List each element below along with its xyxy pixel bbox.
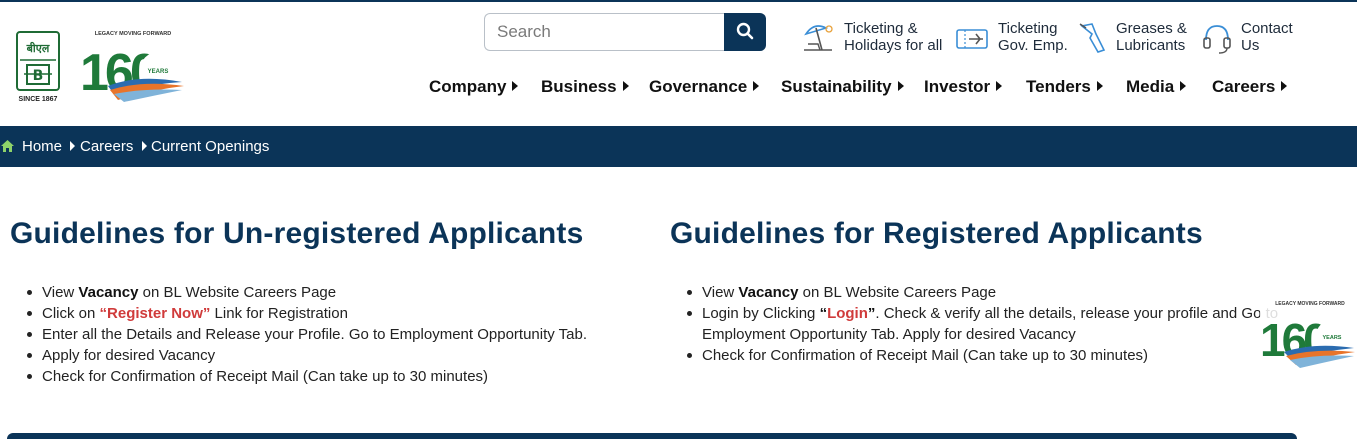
headset-icon xyxy=(1201,20,1233,56)
quick-link-label: Us xyxy=(1241,37,1260,54)
caret-right-icon xyxy=(1180,81,1187,91)
company-logo[interactable]: बीएल B SINCE 1867 xyxy=(14,30,64,104)
caret-right-icon xyxy=(512,81,519,91)
quick-link-label: Ticketing xyxy=(998,20,1058,37)
caret-right-icon xyxy=(622,81,629,91)
airplane-ticket-icon xyxy=(954,20,990,56)
nav-sustainability[interactable]: Sustainability xyxy=(781,77,904,97)
nav-governance[interactable]: Governance xyxy=(649,77,760,97)
list-item: Check for Confirmation of Receipt Mail (… xyxy=(670,345,1280,366)
list-item: Enter all the Details and Release your P… xyxy=(10,324,650,345)
beach-umbrella-icon xyxy=(800,20,836,56)
login-link[interactable]: Login xyxy=(827,305,868,322)
caret-right-icon xyxy=(1096,81,1103,91)
quick-link-ticketing-holidays[interactable]: Ticketing & Holidays for all xyxy=(800,20,942,56)
breadcrumb: Home Careers Current Openings xyxy=(0,126,1357,167)
quick-link-label: Holidays for all xyxy=(844,37,943,54)
search-icon xyxy=(736,22,754,43)
breadcrumb-careers[interactable]: Careers xyxy=(80,138,133,155)
unregistered-list: View Vacancy on BL Website Careers Page … xyxy=(10,282,650,387)
quick-link-label: Lubricants xyxy=(1116,37,1186,54)
caret-right-icon xyxy=(753,81,760,91)
quick-link-ticketing-gov[interactable]: Ticketing Gov. Emp. xyxy=(954,20,1068,56)
caret-right-icon xyxy=(70,141,75,151)
caret-right-icon xyxy=(142,141,147,151)
anniversary-years: YEARS xyxy=(148,69,169,75)
nav-business[interactable]: Business xyxy=(541,77,629,97)
registered-heading: Guidelines for Registered Applicants xyxy=(670,217,1203,250)
list-item: Check for Confirmation of Receipt Mail (… xyxy=(10,366,650,387)
list-item: View Vacancy on BL Website Careers Page xyxy=(670,282,1280,303)
nav-company[interactable]: Company xyxy=(429,77,519,97)
logo-hindi-text: बीएल xyxy=(26,41,50,55)
search-input[interactable] xyxy=(484,13,724,51)
unregistered-heading: Guidelines for Un-registered Applicants xyxy=(10,217,584,250)
search-bar xyxy=(484,13,766,51)
breadcrumb-home[interactable]: Home xyxy=(22,138,62,155)
grease-gun-icon xyxy=(1078,20,1108,56)
anniversary-tagline: LEGACY MOVING FORWARD xyxy=(95,31,172,37)
floating-anniversary-logo[interactable]: LEGACY MOVING FORWARD 160 YEARS xyxy=(1258,296,1357,372)
anniversary-logo: LEGACY MOVING FORWARD 160 YEARS xyxy=(78,28,188,104)
svg-text:YEARS: YEARS xyxy=(1323,335,1342,341)
caret-right-icon xyxy=(1281,81,1288,91)
list-item: Click on “Register Now” Link for Registr… xyxy=(10,303,650,324)
svg-text:B: B xyxy=(33,68,44,84)
home-icon xyxy=(0,138,15,158)
list-item: View Vacancy on BL Website Careers Page xyxy=(10,282,650,303)
top-border xyxy=(0,0,1357,2)
svg-text:LEGACY MOVING FORWARD: LEGACY MOVING FORWARD xyxy=(1275,301,1345,307)
quick-link-label: Greases & xyxy=(1116,20,1187,37)
quick-link-label: Gov. Emp. xyxy=(998,37,1068,54)
search-button[interactable] xyxy=(724,13,766,51)
quick-link-greases[interactable]: Greases & Lubricants xyxy=(1078,20,1187,56)
nav-careers[interactable]: Careers xyxy=(1212,77,1288,97)
logo-since-text: SINCE 1867 xyxy=(19,96,58,103)
register-now-link[interactable]: “Register Now” xyxy=(100,305,211,322)
list-item: Login by Clicking “Login”. Check & verif… xyxy=(670,303,1280,345)
caret-right-icon xyxy=(996,81,1003,91)
list-item: Apply for desired Vacancy xyxy=(10,345,650,366)
quick-link-label: Ticketing & xyxy=(844,20,918,37)
footer-edge xyxy=(7,433,1297,439)
nav-media[interactable]: Media xyxy=(1126,77,1187,97)
breadcrumb-current: Current Openings xyxy=(151,138,270,155)
caret-right-icon xyxy=(897,81,904,91)
quick-link-label: Contact xyxy=(1241,20,1293,37)
quick-link-contact[interactable]: Contact Us xyxy=(1201,20,1293,56)
registered-list: View Vacancy on BL Website Careers Page … xyxy=(670,282,1280,366)
nav-investor[interactable]: Investor xyxy=(924,77,1003,97)
nav-tenders[interactable]: Tenders xyxy=(1026,77,1103,97)
